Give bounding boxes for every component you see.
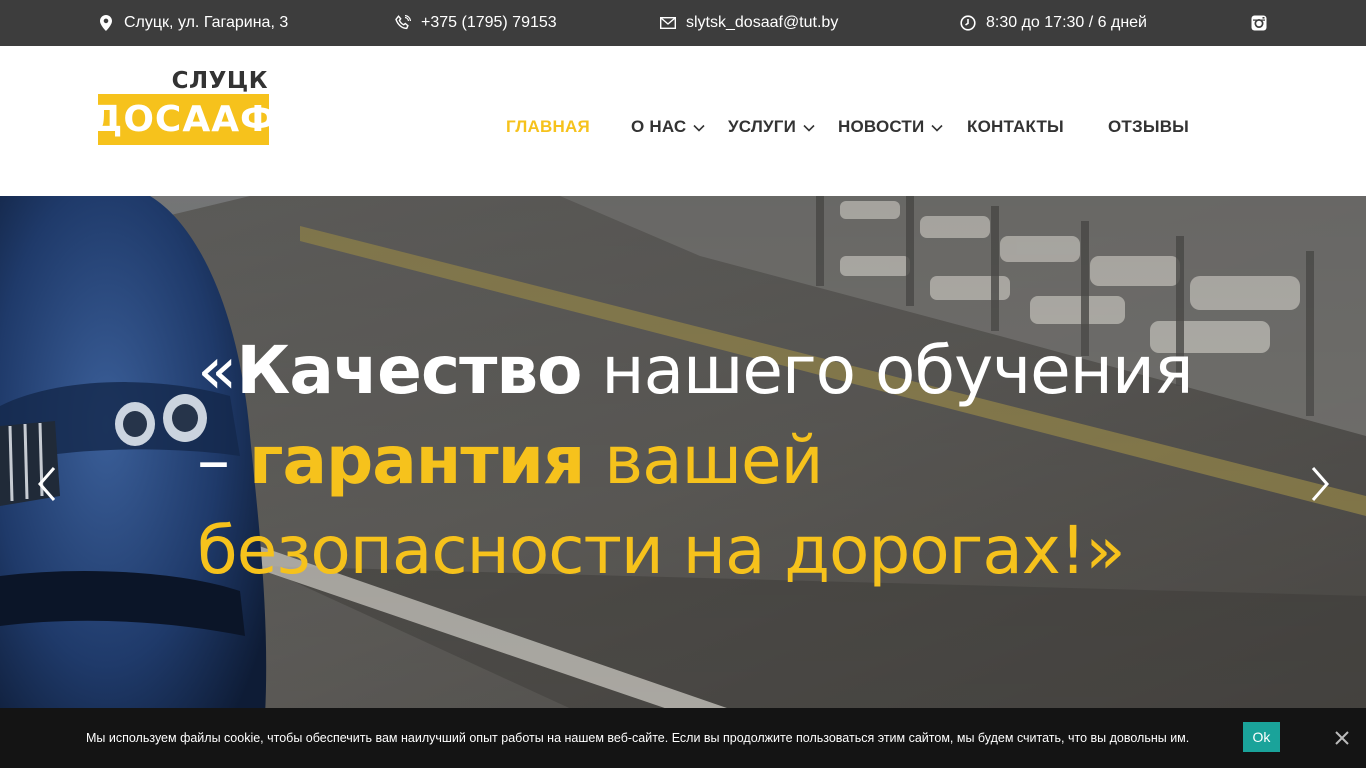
chevron-down-icon	[930, 120, 944, 134]
slider-next-button[interactable]	[1305, 464, 1335, 504]
cookie-accept-button[interactable]: Ok	[1243, 722, 1280, 752]
open-quote: «	[197, 332, 237, 409]
phone-text[interactable]: +375 (1795) 79153	[421, 14, 557, 32]
instagram-link[interactable]	[1251, 0, 1267, 46]
hero-slider: «Качество нашего обучения – гарантия ваш…	[0, 196, 1366, 768]
nav-item-services[interactable]: УСЛУГИ	[728, 46, 816, 208]
chevron-right-icon[interactable]	[1305, 464, 1335, 504]
close-icon[interactable]	[1332, 728, 1352, 748]
hours-text: 8:30 до 17:30 / 6 дней	[986, 14, 1147, 31]
phone-icon	[395, 15, 411, 31]
cookie-text: Мы используем файлы cookie, чтобы обеспе…	[86, 731, 1190, 745]
chevron-left-icon[interactable]	[32, 464, 62, 504]
top-info-bar: Слуцк, ул. Гагарина, 3 +375 (1795) 79153…	[0, 0, 1366, 46]
slider-prev-button[interactable]	[32, 464, 62, 504]
nav-item-label: ОТЗЫВЫ	[1108, 117, 1190, 136]
hero-headline: «Качество нашего обучения – гарантия ваш…	[197, 326, 1197, 596]
nav-item-contacts[interactable]: КОНТАКТЫ	[967, 46, 1064, 208]
nav-item-about[interactable]: О НАС	[631, 46, 706, 208]
main-nav: ГЛАВНАЯ О НАС УСЛУГИ НОВОСТИ КОНТАКТЫ ОТ…	[0, 46, 1366, 196]
cookie-notice: Мы используем файлы cookie, чтобы обеспе…	[0, 708, 1366, 768]
nav-item-label: ГЛАВНАЯ	[506, 117, 590, 136]
chevron-down-icon	[692, 120, 706, 134]
nav-item-reviews[interactable]: ОТЗЫВЫ	[1108, 46, 1189, 208]
headline-bold-word: Качество	[236, 332, 582, 409]
address-item: Слуцк, ул. Гагарина, 3	[98, 0, 288, 46]
nav-item-label: УСЛУГИ	[728, 117, 796, 136]
clock-icon	[960, 15, 976, 31]
headline-accent-word: гарантия	[248, 422, 585, 499]
instagram-icon[interactable]	[1251, 15, 1267, 31]
hours-item: 8:30 до 17:30 / 6 дней	[960, 0, 1147, 46]
nav-item-news[interactable]: НОВОСТИ	[838, 46, 944, 208]
address-text: Слуцк, ул. Гагарина, 3	[124, 14, 289, 31]
cookie-close-button[interactable]	[1332, 728, 1352, 748]
nav-item-label: НОВОСТИ	[838, 117, 925, 136]
nav-item-label: О НАС	[631, 117, 687, 136]
phone-item[interactable]: +375 (1795) 79153	[395, 0, 557, 46]
nav-item-home[interactable]: ГЛАВНАЯ	[506, 46, 590, 208]
chevron-down-icon	[802, 120, 816, 134]
email-text[interactable]: slytsk_dosaaf@tut.by	[686, 14, 838, 32]
envelope-icon	[660, 15, 676, 31]
map-marker-icon	[98, 15, 114, 31]
email-item[interactable]: slytsk_dosaaf@tut.by	[660, 0, 838, 46]
site-header: СЛУЦК ДОСААФ ГЛАВНАЯ О НАС УСЛУГИ НОВОСТ…	[0, 46, 1366, 196]
nav-item-label: КОНТАКТЫ	[967, 117, 1064, 136]
